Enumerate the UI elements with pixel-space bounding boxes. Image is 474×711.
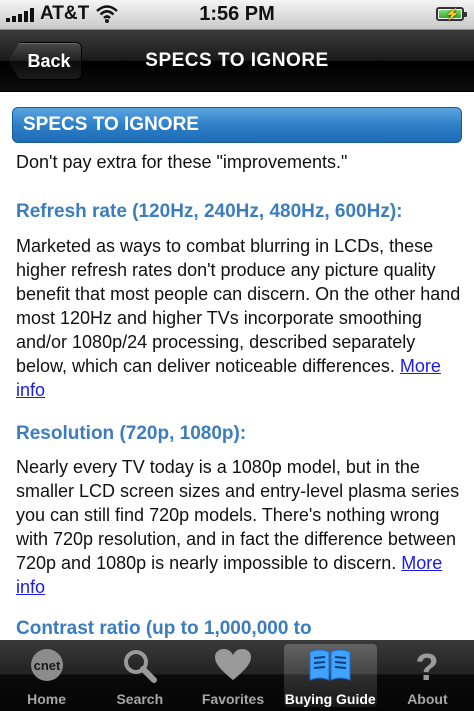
- status-bar: AT&T 1:56 PM ⚡: [0, 0, 474, 30]
- question-icon: ?: [412, 647, 442, 689]
- intro-text: Don't pay extra for these "improvements.…: [16, 152, 348, 172]
- tab-about[interactable]: ? About: [381, 640, 474, 711]
- paragraph-resolution-text: Nearly every TV today is a 1080p model, …: [16, 457, 460, 573]
- tab-search-label: Search: [116, 691, 164, 707]
- tab-bar: cnet Home Search Favorites Buying Guide …: [0, 640, 474, 711]
- tab-buying-guide[interactable]: Buying Guide: [283, 644, 377, 707]
- heading-refresh-rate: Refresh rate (120Hz, 240Hz, 480Hz, 600Hz…: [16, 201, 403, 222]
- content-scroll-area[interactable]: SPECS TO IGNORE Don't pay extra for thes…: [0, 92, 474, 640]
- navigation-bar: SPECS TO IGNORE Back: [0, 30, 474, 92]
- search-icon: [122, 648, 158, 689]
- heart-icon: [214, 648, 252, 687]
- tab-buying-guide-label: Buying Guide: [284, 691, 376, 707]
- tab-favorites[interactable]: Favorites: [186, 640, 279, 711]
- svg-text:cnet: cnet: [33, 658, 60, 673]
- cnet-logo-icon: cnet: [27, 648, 67, 687]
- tab-home-label: Home: [27, 691, 67, 707]
- back-button[interactable]: Back: [8, 42, 82, 80]
- clock: 1:56 PM: [199, 3, 275, 25]
- battery-icon: ⚡: [436, 7, 467, 21]
- heading-contrast-ratio: Contrast ratio (up to 1,000,000 to: [16, 618, 312, 639]
- paragraph-refresh-rate: Marketed as ways to combat blurring in L…: [16, 234, 461, 402]
- book-icon: [308, 648, 352, 687]
- tab-home[interactable]: cnet Home: [0, 640, 93, 711]
- heading-resolution: Resolution (720p, 1080p):: [16, 423, 247, 444]
- tab-search[interactable]: Search: [93, 640, 186, 711]
- tab-about-label: About: [407, 691, 448, 707]
- tab-favorites-label: Favorites: [201, 691, 265, 707]
- paragraph-resolution: Nearly every TV today is a 1080p model, …: [16, 455, 461, 599]
- paragraph-refresh-rate-text: Marketed as ways to combat blurring in L…: [16, 236, 461, 376]
- svg-text:?: ?: [416, 648, 439, 684]
- section-header: SPECS TO IGNORE: [12, 107, 462, 143]
